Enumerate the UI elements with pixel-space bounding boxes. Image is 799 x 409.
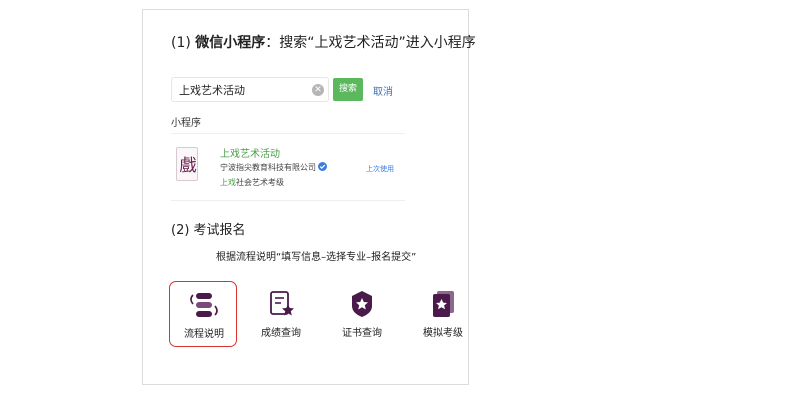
score-query-icon: [264, 289, 298, 319]
section1-title: (1) 微信小程序：搜索“上戏艺术活动”进入小程序: [171, 32, 476, 52]
menu-label-process: 流程说明: [184, 329, 224, 340]
search-button[interactable]: 搜索: [333, 78, 363, 101]
company-name: 宁波指尖教育科技有限公司: [220, 163, 316, 172]
menu-item-mock-exam[interactable]: 模拟考级: [409, 281, 477, 347]
subtitle-rest: 社会艺术考级: [236, 178, 284, 187]
menu-label-mock-exam: 模拟考级: [423, 328, 463, 339]
search-input-value: 上戏艺术活动: [179, 84, 245, 97]
cancel-link[interactable]: 取消: [373, 83, 393, 98]
section2-title: (2) 考试报名: [171, 223, 246, 238]
mini-program-logo[interactable]: 戲: [176, 147, 198, 181]
menu-label-score-query: 成绩查询: [261, 328, 301, 339]
process-icon: [187, 290, 221, 320]
menu-item-process[interactable]: 流程说明: [169, 281, 237, 347]
section1-title-bold: 微信小程序: [195, 35, 266, 51]
search-input[interactable]: 上戏艺术活动 ✕: [171, 77, 329, 102]
subtitle-brand: 上戏: [220, 178, 236, 187]
mini-program-subtitle: 上戏社会艺术考级: [220, 177, 284, 188]
certificate-query-icon: [345, 289, 379, 319]
last-used-badge: 上次使用: [366, 165, 394, 173]
mock-exam-icon: [426, 289, 460, 319]
divider: [171, 200, 405, 201]
divider: [171, 133, 405, 134]
section1-title-rest: ：搜索“上戏艺术活动”进入小程序: [265, 35, 476, 51]
mini-program-company: 宁波指尖教育科技有限公司: [220, 162, 327, 173]
instruction-card: (1) 微信小程序：搜索“上戏艺术活动”进入小程序 上戏艺术活动 ✕ 搜索 取消…: [142, 9, 476, 385]
menu-item-score-query[interactable]: 成绩查询: [247, 281, 315, 347]
menu-label-certificate-query: 证书查询: [342, 328, 382, 339]
clear-icon[interactable]: ✕: [312, 84, 324, 96]
mini-program-name[interactable]: 上戏艺术活动: [220, 145, 280, 160]
logo-glyph: 戲: [180, 156, 197, 176]
mini-program-section-label: 小程序: [171, 118, 201, 129]
flow-description: 根据流程说明“填写信息–选择专业–报名提交”: [216, 252, 417, 263]
section1-prefix: (1): [171, 35, 196, 51]
menu-item-certificate-query[interactable]: 证书查询: [328, 281, 396, 347]
verified-icon: [318, 162, 327, 171]
